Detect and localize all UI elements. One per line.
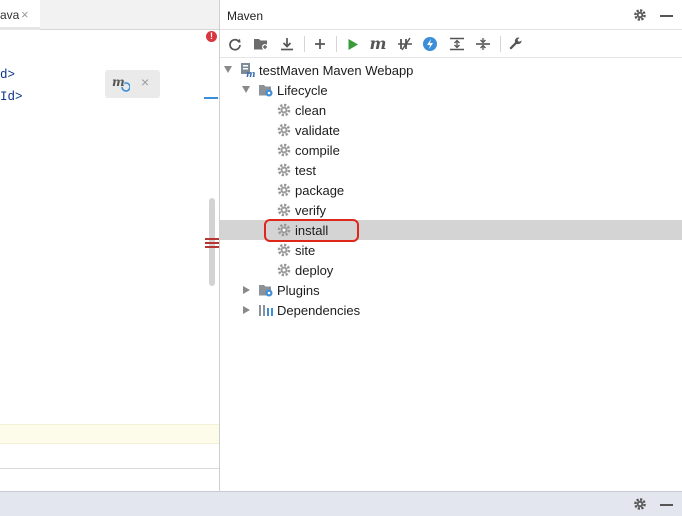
tree-row-phase[interactable]: validate	[220, 120, 682, 140]
tree-label-phase[interactable]: validate	[295, 123, 340, 138]
code-line[interactable]: d>	[0, 68, 15, 82]
tree-label-phase[interactable]: site	[295, 243, 315, 258]
tree-row-phase[interactable]: site	[220, 240, 682, 260]
expand-all-icon[interactable]	[448, 35, 466, 53]
gear-icon	[277, 223, 291, 237]
tree-row-phase[interactable]: test	[220, 160, 682, 180]
toolbar-separator	[500, 36, 501, 52]
editor-pane: ava × ! d> Id> m ×	[0, 0, 219, 491]
gear-icon	[277, 123, 291, 137]
chevron-down-icon[interactable]	[242, 86, 250, 93]
tree-row-plugins[interactable]: Plugins	[220, 280, 682, 300]
collapse-all-icon[interactable]	[474, 35, 492, 53]
tree-row-phase[interactable]: package	[220, 180, 682, 200]
run-icon[interactable]	[344, 35, 362, 53]
chevron-down-icon[interactable]	[224, 66, 232, 73]
tree-row-lifecycle[interactable]: Lifecycle	[220, 80, 682, 100]
tree-label-project[interactable]: testMaven Maven Webapp	[259, 63, 413, 78]
plugins-folder-icon	[259, 285, 273, 297]
skip-tests-icon[interactable]	[396, 35, 414, 53]
tree-label-phase[interactable]: test	[295, 163, 316, 178]
tree-row-phase-selected[interactable]: install	[220, 220, 682, 240]
maven-goal-icon[interactable]: m	[369, 35, 387, 53]
tree-row-phase[interactable]: clean	[220, 100, 682, 120]
tree-row-phase[interactable]: deploy	[220, 260, 682, 280]
tree-row-project[interactable]: m testMaven Maven Webapp	[220, 60, 682, 80]
editor-tab-label[interactable]: ava	[0, 8, 19, 22]
maven-reload-icon[interactable]: m	[112, 75, 130, 93]
svg-text:m: m	[246, 70, 256, 78]
svg-text:m: m	[112, 75, 125, 89]
maven-project-icon: m	[241, 63, 256, 78]
maven-tool-window: Maven m m testMaven Maven Webapp Lifecyc…	[220, 0, 682, 491]
close-icon[interactable]: ×	[21, 7, 29, 22]
tree-label-lifecycle[interactable]: Lifecycle	[277, 83, 328, 98]
tree-label-phase[interactable]: compile	[295, 143, 340, 158]
tree-row-phase[interactable]: verify	[220, 200, 682, 220]
bottom-tool-bar	[0, 491, 682, 516]
maven-toolbar: m	[220, 31, 682, 58]
gear-icon	[277, 263, 291, 277]
code-line[interactable]: Id>	[0, 90, 23, 104]
gear-icon	[277, 103, 291, 117]
error-icon[interactable]: !	[206, 31, 217, 42]
toolbar-separator	[336, 36, 337, 52]
error-stripe-marker[interactable]	[205, 238, 219, 250]
gear-icon	[277, 203, 291, 217]
chevron-right-icon[interactable]	[243, 286, 250, 294]
tree-label-phase[interactable]: package	[295, 183, 344, 198]
plus-icon[interactable]	[311, 35, 329, 53]
editor-tab[interactable]: ava ×	[0, 0, 40, 30]
gear-icon	[277, 143, 291, 157]
lifecycle-folder-icon	[259, 85, 273, 97]
offline-icon[interactable]	[421, 35, 439, 53]
gear-icon	[277, 243, 291, 257]
tree-label-plugins[interactable]: Plugins	[277, 283, 320, 298]
gear-icon[interactable]	[633, 497, 647, 511]
hide-icon[interactable]	[660, 15, 673, 17]
chevron-right-icon[interactable]	[243, 306, 250, 314]
reload-icon[interactable]	[226, 35, 244, 53]
tree-row-phase[interactable]: compile	[220, 140, 682, 160]
hide-icon[interactable]	[660, 504, 673, 506]
maven-header: Maven	[220, 0, 682, 30]
caret-marker	[204, 97, 218, 99]
toolbar-separator	[304, 36, 305, 52]
tree-label-phase[interactable]: install	[295, 223, 328, 238]
dependencies-icon	[259, 305, 273, 316]
tree-label-phase[interactable]: clean	[295, 103, 326, 118]
tree-label-phase[interactable]: verify	[295, 203, 326, 218]
close-icon[interactable]: ×	[141, 74, 149, 90]
download-icon[interactable]	[278, 35, 296, 53]
tree-label-phase[interactable]: deploy	[295, 263, 333, 278]
maven-title: Maven	[227, 9, 264, 23]
gear-icon[interactable]	[633, 8, 647, 22]
add-folder-icon[interactable]	[252, 35, 270, 53]
tree-label-dependencies[interactable]: Dependencies	[277, 303, 360, 318]
current-line-highlight	[0, 424, 219, 444]
editor-divider	[0, 468, 219, 469]
maven-reload-popup: m ×	[105, 70, 160, 98]
gear-icon	[277, 183, 291, 197]
tree-row-dependencies[interactable]: Dependencies	[220, 300, 682, 320]
gear-icon	[277, 163, 291, 177]
editor-tab-bar: ava ×	[0, 0, 219, 30]
wrench-icon[interactable]	[507, 35, 525, 53]
